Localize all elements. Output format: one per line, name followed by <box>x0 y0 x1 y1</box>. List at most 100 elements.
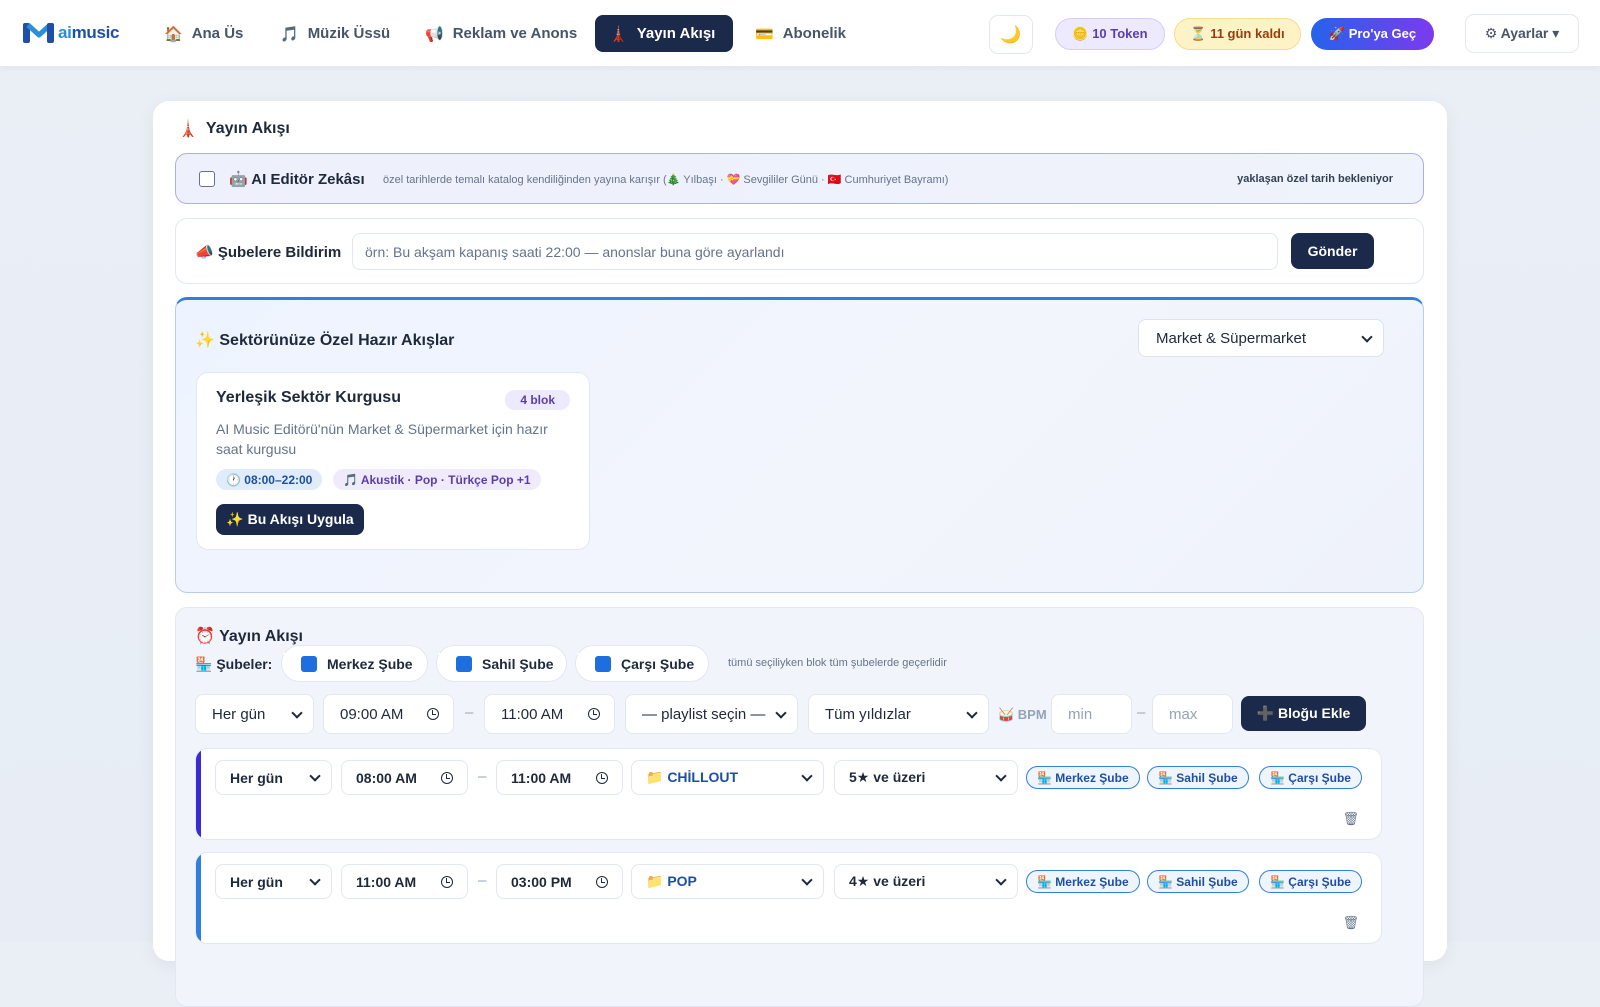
app-logo[interactable]: aimusic <box>23 21 120 45</box>
chevron-down-icon <box>801 874 813 886</box>
block-day-value: Her gün <box>230 873 283 890</box>
block-branch-chip[interactable]: 🏪 Merkez Şube <box>1026 870 1140 893</box>
time-range-chip: 🕐 08:00–22:00 <box>216 469 323 490</box>
clock-icon <box>441 876 453 888</box>
rating-select-value: Tüm yıldızlar <box>825 705 911 723</box>
ai-editor-description: özel tarihlerde temalı katalog kendiliği… <box>383 174 949 186</box>
block-branch-chip[interactable]: 🏪 Çarşı Şube <box>1259 766 1362 789</box>
chevron-down-icon <box>309 874 321 886</box>
clock-icon <box>596 876 608 888</box>
ai-editor-checkbox[interactable] <box>199 171 215 187</box>
sector-title: ✨ Sektörünüze Özel Hazır Akışlar <box>195 332 455 349</box>
settings-menu-button[interactable]: ⚙ Ayarlar ▾ <box>1465 14 1579 53</box>
block-rating-value: 4★ ve üzeri <box>849 873 926 889</box>
block-end-time[interactable]: 03:00 PM <box>496 864 623 899</box>
time-separator: – <box>465 704 474 721</box>
block-branch-chip[interactable]: 🏪 Sahil Şube <box>1147 766 1249 789</box>
day-select[interactable]: Her gün <box>195 694 314 734</box>
branch-label: Sahil Şube <box>482 655 554 672</box>
upgrade-pro-button[interactable]: 🚀 Pro'ya Geç <box>1311 18 1434 50</box>
nav-item-label: Müzik Üssü <box>307 25 391 42</box>
branch-notify-panel: 📣 Şubelere Bildirim Gönder <box>175 218 1424 284</box>
notify-input[interactable] <box>352 233 1278 270</box>
block-rating-value: 5★ ve üzeri <box>849 769 926 785</box>
playlist-select[interactable]: — playlist seçin — <box>625 694 798 734</box>
rating-select[interactable]: Tüm yıldızlar <box>808 694 989 734</box>
block-day-select[interactable]: Her gün <box>215 864 332 899</box>
chevron-down-icon <box>966 707 978 719</box>
block-playlist-select[interactable]: 📁 CHİLLOUT <box>631 760 824 795</box>
add-block-button[interactable]: ➕ Bloğu Ekle <box>1241 696 1366 731</box>
trial-days-badge[interactable]: ⏳ 11 gün kaldı <box>1174 18 1301 50</box>
flow-card-description: AI Music Editörü'nün Market & Süpermarke… <box>216 421 548 457</box>
nav-item-broadcast[interactable]: 🗼 Yayın Akışı <box>595 15 733 52</box>
home-icon: 🏠 <box>164 25 183 43</box>
sector-select[interactable]: Market & Süpermarket <box>1138 319 1384 357</box>
bpm-label: 🥁 BPM <box>998 707 1047 722</box>
block-branch-chip[interactable]: 🏪 Merkez Şube <box>1026 766 1140 789</box>
branch-label: Çarşı Şube <box>621 655 695 672</box>
chevron-down-icon <box>309 770 321 782</box>
logo-icon <box>23 23 54 43</box>
clock-icon <box>596 772 608 784</box>
block-end-time[interactable]: 11:00 AM <box>496 760 623 795</box>
credit-card-icon: 💳 <box>755 25 774 43</box>
block-branch-chip[interactable]: 🏪 Sahil Şube <box>1147 870 1249 893</box>
page-title-text: Yayın Akışı <box>205 120 290 137</box>
block-branch-chip[interactable]: 🏪 Çarşı Şube <box>1259 870 1362 893</box>
playlist-select-value: — playlist seçin — <box>642 705 766 723</box>
tower-icon: 🗼 <box>609 25 628 43</box>
branch-checkbox[interactable] <box>456 655 472 672</box>
branch-toggle-carsi[interactable]: Çarşı Şube <box>575 645 709 682</box>
ai-editor-label: 🤖 AI Editör Zekâsı <box>229 171 365 188</box>
trash-icon[interactable]: 🗑 <box>1342 915 1359 931</box>
nav-item-home[interactable]: 🏠 Ana Üs <box>150 15 257 52</box>
branches-label: 🏪 Şubeler: <box>195 656 273 672</box>
nav-item-ads[interactable]: 📢 Reklam ve Anons <box>411 15 591 52</box>
schedule-block: Her gün 08:00 AM – 11:00 AM 📁 CHİLLOUT 5… <box>195 748 1382 840</box>
bpm-max-input[interactable]: max <box>1152 694 1233 734</box>
branch-toggle-merkez[interactable]: Merkez Şube <box>281 645 428 682</box>
theme-toggle-button[interactable]: 🌙 <box>989 15 1033 54</box>
block-day-select[interactable]: Her gün <box>215 760 332 795</box>
token-badge[interactable]: 🪙 10 Token <box>1055 18 1165 50</box>
nav-item-music[interactable]: 🎵 Müzik Üssü <box>266 15 404 52</box>
clock-icon <box>441 772 453 784</box>
branch-note: tümü seçiliyken blok tüm şubelerde geçer… <box>728 657 947 669</box>
schedule-panel: ⏰ Yayın Akışı 🏪 Şubeler: Merkez Şube Sah… <box>175 607 1424 1007</box>
notify-label: 📣 Şubelere Bildirim <box>195 244 342 261</box>
loudspeaker-icon: 📢 <box>425 25 444 43</box>
clock-icon <box>427 708 439 720</box>
block-playlist-value: 📁 CHİLLOUT <box>646 769 739 785</box>
flow-card-title: Yerleşik Sektör Kurgusu <box>216 389 401 406</box>
bpm-min-input[interactable]: min <box>1051 694 1132 734</box>
block-end-value: 11:00 AM <box>511 769 572 786</box>
start-time-value: 09:00 AM <box>340 705 404 723</box>
apply-flow-button[interactable]: ✨ Bu Akışı Uygula <box>216 504 364 535</box>
time-separator: – <box>478 768 487 785</box>
end-time-value: 11:00 AM <box>501 705 564 723</box>
branch-checkbox[interactable] <box>595 655 611 672</box>
bpm-separator: – <box>1137 704 1146 721</box>
block-start-time[interactable]: 08:00 AM <box>341 760 468 795</box>
send-button[interactable]: Gönder <box>1291 233 1374 269</box>
nav-item-label: Ana Üs <box>191 25 244 42</box>
block-start-value: 11:00 AM <box>356 873 417 890</box>
nav-item-label: Reklam ve Anons <box>452 25 578 42</box>
nav-item-subscription[interactable]: 💳 Abonelik <box>741 15 860 52</box>
block-accent <box>196 749 201 839</box>
branch-toggle-sahil[interactable]: Sahil Şube <box>436 645 567 682</box>
end-time-input[interactable]: 11:00 AM <box>484 694 615 734</box>
tower-icon: 🗼 <box>178 121 198 138</box>
nav-item-label: Abonelik <box>782 25 847 42</box>
block-rating-select[interactable]: 5★ ve üzeri <box>834 760 1018 795</box>
block-rating-select[interactable]: 4★ ve üzeri <box>834 864 1018 899</box>
trash-icon[interactable]: 🗑 <box>1342 811 1359 827</box>
start-time-input[interactable]: 09:00 AM <box>323 694 454 734</box>
block-day-value: Her gün <box>230 769 283 786</box>
block-playlist-select[interactable]: 📁 POP <box>631 864 824 899</box>
main-card: 🗼 Yayın Akışı 🤖 AI Editör Zekâsı özel ta… <box>153 101 1447 1007</box>
block-start-time[interactable]: 11:00 AM <box>341 864 468 899</box>
branch-checkbox[interactable] <box>301 655 317 672</box>
moon-icon: 🌙 <box>1000 24 1022 44</box>
